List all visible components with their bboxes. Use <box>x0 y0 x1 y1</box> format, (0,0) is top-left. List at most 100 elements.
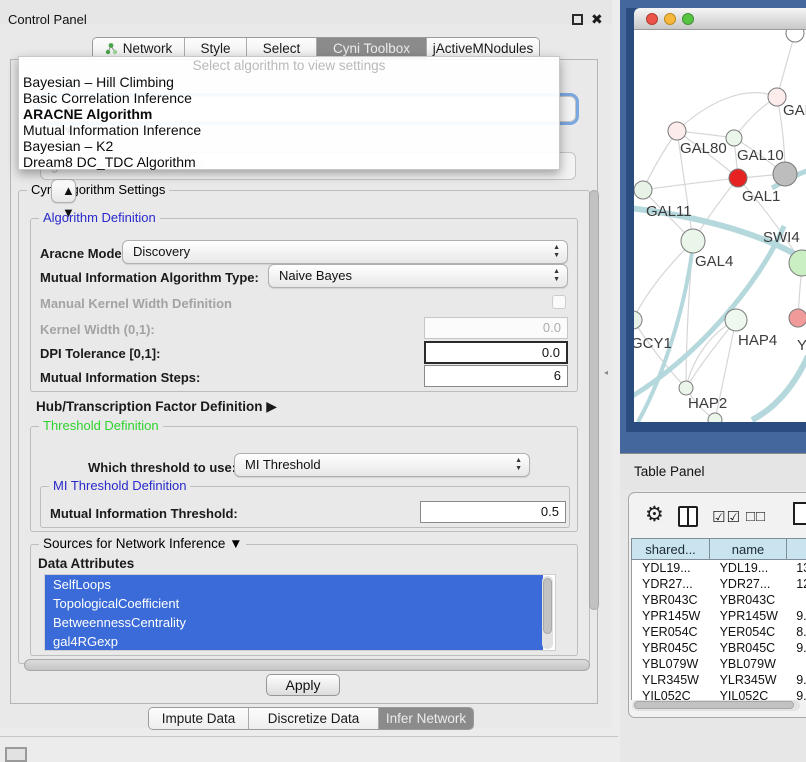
node-hap4[interactable] <box>725 309 747 331</box>
network-canvas[interactable]: GALGAL80GAL10GAL1GAL11GAL4SWI4GCY1HAP4YH… <box>634 30 806 422</box>
control-panel-title: Control Panel <box>8 12 87 27</box>
table-hscrollbar-thumb[interactable] <box>634 701 794 709</box>
node-gal1[interactable] <box>729 169 747 187</box>
dpi-tolerance-field[interactable]: 0.0 <box>424 341 568 364</box>
mi-algorithm-type-label: Mutual Information Algorithm Type: <box>40 270 259 285</box>
kernel-width-field[interactable]: 0.0 <box>424 317 568 339</box>
node-top-partial[interactable] <box>786 30 804 42</box>
table-cell: YDR27... <box>710 576 787 592</box>
tab-discretize-data[interactable]: Discretize Data <box>249 708 379 729</box>
data-attribute-item[interactable]: gal4RGexp <box>45 632 543 651</box>
corner-widget[interactable] <box>5 747 27 762</box>
algorithm-definition-title: Algorithm Definition <box>39 210 160 225</box>
aracne-mode-combo[interactable]: Discovery ▲▼ <box>122 240 568 264</box>
mi-algorithm-type-combo[interactable]: Naive Bayes ▲▼ <box>268 264 568 288</box>
panel-vscrollbar[interactable] <box>589 190 599 610</box>
algorithm-option[interactable]: Mutual Information Inference <box>19 122 559 138</box>
node-gal80[interactable] <box>668 122 686 140</box>
table-cell: YPR145W <box>710 608 787 624</box>
chevron-right-icon: ▶ <box>266 398 277 414</box>
float-icon[interactable] <box>572 14 583 25</box>
list-scrollbar-track[interactable] <box>542 576 553 649</box>
which-threshold-combo[interactable]: MI Threshold ▲▼ <box>234 453 530 477</box>
table-row[interactable]: YER054CYER054C8. <box>632 624 806 640</box>
unchecked-pair-icon[interactable]: □□ <box>746 508 766 525</box>
chevron-down-icon: ▼ <box>229 536 242 551</box>
mi-threshold-field[interactable]: 0.5 <box>420 501 566 523</box>
spinner-arrows-icon: ▲▼ <box>515 457 522 473</box>
table-cell <box>786 656 806 672</box>
table-row[interactable]: YIL052CYIL052C9. <box>632 688 806 700</box>
table-row[interactable]: YDL19...YDL19...13 <box>632 560 806 576</box>
document-icon[interactable] <box>793 502 806 525</box>
table-row[interactable]: YLR345WYLR345W9. <box>632 672 806 688</box>
table-row[interactable]: YBR043CYBR043C <box>632 592 806 608</box>
tab-label: Style <box>200 41 230 56</box>
node-y-partial[interactable] <box>789 309 806 327</box>
table-hscrollbar-track[interactable] <box>632 700 800 711</box>
table-cell: YDL19... <box>710 560 787 576</box>
data-attribute-item[interactable]: TopologicalCoefficient <box>45 594 543 613</box>
checked-pair-icon[interactable]: ☑☑ <box>712 508 741 526</box>
manual-kernel-width-label: Manual Kernel Width Definition <box>40 296 232 311</box>
gear-icon[interactable]: ⚙ <box>645 502 664 527</box>
columns-icon[interactable] <box>678 506 698 527</box>
list-scrollbar-thumb[interactable] <box>543 578 552 634</box>
algorithm-option[interactable]: ARACNE Algorithm <box>19 106 559 122</box>
column-header[interactable] <box>786 538 806 560</box>
node-y-partial-label: Y <box>797 337 806 354</box>
network-edge <box>777 33 795 97</box>
table-row[interactable]: YDR27...YDR27...12 <box>632 576 806 592</box>
node-bottom-partial[interactable] <box>708 413 722 422</box>
data-attribute-item[interactable]: SelfLoops <box>45 575 543 594</box>
table-cell: YPR145W <box>632 608 710 624</box>
close-icon[interactable]: ✖ <box>591 11 603 28</box>
data-attribute-item[interactable]: BetweennessCentrality <box>45 613 543 632</box>
table-row[interactable]: YPR145WYPR145W9. <box>632 608 806 624</box>
node-hap2[interactable] <box>679 381 693 395</box>
node-gcy1[interactable] <box>634 311 642 329</box>
column-header[interactable]: shared... <box>631 538 709 560</box>
column-header[interactable]: name <box>709 538 786 560</box>
node-gal4[interactable] <box>681 229 705 253</box>
node-gray[interactable] <box>773 162 797 186</box>
sources-title[interactable]: Sources for Network Inference ▼ <box>39 536 246 551</box>
node-gal11[interactable] <box>634 181 652 199</box>
algorithm-option[interactable]: Dream8 DC_TDC Algorithm <box>19 154 559 170</box>
kernel-width-label: Kernel Width (0,1): <box>40 322 155 337</box>
data-attributes-label: Data Attributes <box>38 556 134 571</box>
table-cell: YBR045C <box>632 640 710 656</box>
node-gal10[interactable] <box>726 130 742 146</box>
minimize-traffic-icon[interactable] <box>664 13 676 25</box>
apply-button[interactable]: Apply <box>266 674 340 696</box>
table-cell: 9. <box>786 672 806 688</box>
algorithm-option[interactable]: Bayesian – Hill Climbing <box>19 74 559 90</box>
table-row[interactable]: YBR045CYBR045C9. <box>632 640 806 656</box>
node-gal-partial-label: GAL <box>783 102 806 119</box>
algorithm-option[interactable]: Bayesian – K2 <box>19 138 559 154</box>
maximize-traffic-icon[interactable] <box>682 13 694 25</box>
tab-label: Infer Network <box>386 711 466 726</box>
divider <box>0 736 618 737</box>
close-traffic-icon[interactable] <box>646 13 658 25</box>
tab-infer-network[interactable]: Infer Network <box>379 708 473 729</box>
mi-steps-field[interactable]: 6 <box>424 365 568 387</box>
threshold-definition-title: Threshold Definition <box>39 418 163 433</box>
cyni-bottom-tabs: Impute DataDiscretize Data Infer Network <box>148 707 474 730</box>
network-window-titlebar[interactable] <box>634 8 806 30</box>
manual-kernel-width-checkbox[interactable] <box>552 295 566 309</box>
spinner-arrows-icon: ▲▼ <box>553 268 560 284</box>
panel-hscrollbar[interactable] <box>24 659 590 671</box>
node-table: shared...nameYDL19...YDL19...13YDR27...Y… <box>631 538 806 700</box>
tab-impute-data[interactable]: Impute Data <box>149 708 249 729</box>
splitter-grip[interactable]: ◂ <box>604 368 609 377</box>
data-attributes-list[interactable]: SelfLoopsTopologicalCoefficientBetweenne… <box>44 574 556 651</box>
table-row[interactable]: YBL079WYBL079W <box>632 656 806 672</box>
table-cell: YBR043C <box>710 592 787 608</box>
algorithm-option[interactable]: Basic Correlation Inference <box>19 90 559 106</box>
table-cell: YER054C <box>710 624 787 640</box>
dpi-tolerance-label: DPI Tolerance [0,1]: <box>40 346 160 361</box>
hub-definition-toggle[interactable]: Hub/Transcription Factor Definition ▶ <box>36 398 277 415</box>
node-gal11-label: GAL11 <box>646 203 692 220</box>
node-swi4-label: SWI4 <box>763 229 800 246</box>
